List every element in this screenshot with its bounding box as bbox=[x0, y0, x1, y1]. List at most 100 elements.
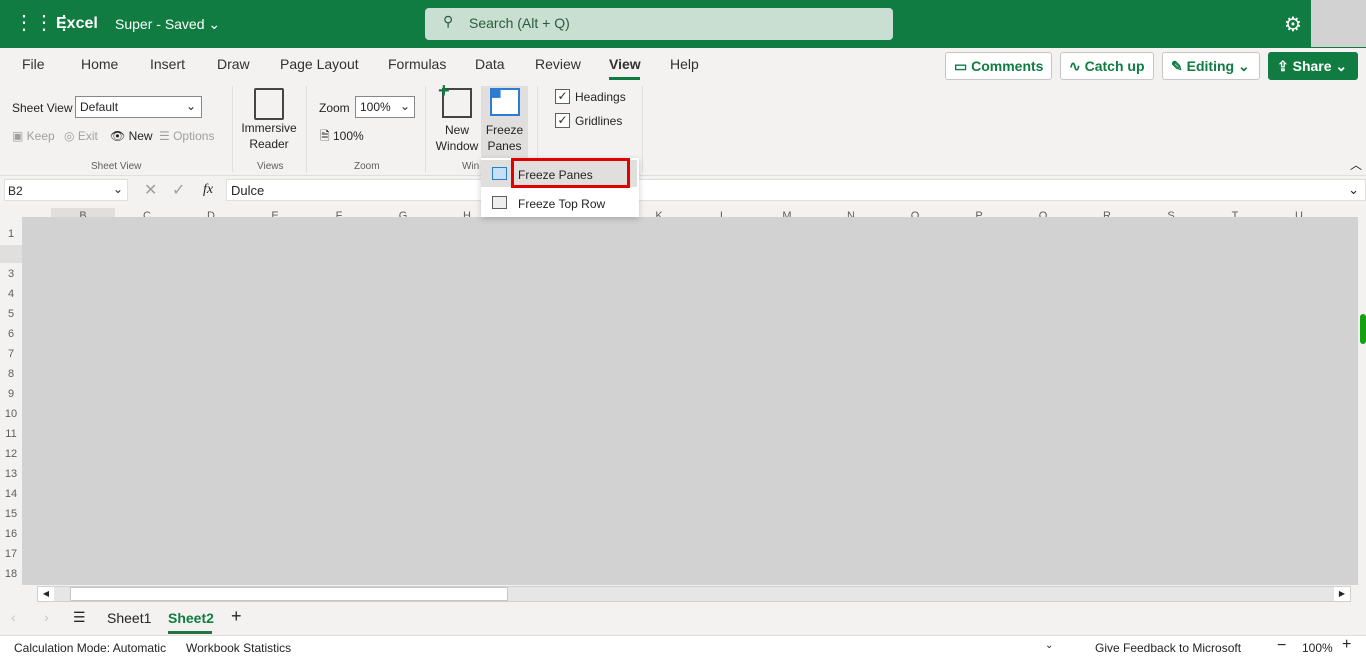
row-header-6[interactable]: 6 bbox=[0, 328, 22, 340]
row-header-4[interactable]: 4 bbox=[0, 288, 22, 300]
activity-icon: ∿ bbox=[1069, 58, 1081, 74]
catch-up-button[interactable]: ∿ Catch up bbox=[1060, 52, 1154, 80]
gridlines-label: Gridlines bbox=[575, 114, 623, 128]
immersive-label-1: Immersive bbox=[241, 121, 297, 135]
group-label-zoom: Zoom bbox=[354, 161, 380, 172]
sheet-view-select[interactable]: Default ⌄ bbox=[75, 96, 202, 118]
settings-gear-icon[interactable]: ⚙ bbox=[1284, 12, 1302, 37]
row-header-15[interactable]: 15 bbox=[0, 508, 22, 520]
scroll-thumb[interactable] bbox=[1360, 314, 1366, 344]
tab-help[interactable]: Help bbox=[670, 56, 699, 72]
zoom-out-button[interactable]: − bbox=[1277, 637, 1286, 655]
tab-review[interactable]: Review bbox=[535, 56, 581, 72]
row-header-13[interactable]: 13 bbox=[0, 468, 22, 480]
enter-icon[interactable]: ✓ bbox=[172, 180, 185, 200]
collapse-ribbon-icon[interactable]: ︿ bbox=[1350, 156, 1362, 173]
new-sheet-view-button[interactable]: 👁 New bbox=[110, 128, 153, 144]
feedback-link[interactable]: Give Feedback to Microsoft bbox=[1095, 641, 1241, 655]
document-title[interactable]: Super - Saved ⌄ bbox=[115, 16, 220, 33]
sheet-tab-sheet1[interactable]: Sheet1 bbox=[107, 610, 151, 626]
group-label-sheet-view: Sheet View bbox=[91, 161, 142, 172]
immersive-reader-button[interactable]: Immersive Reader bbox=[240, 88, 298, 152]
row-header-1[interactable]: 1 bbox=[0, 228, 22, 240]
keep-button[interactable]: ▣ Keep bbox=[12, 128, 55, 144]
row-header-2-selected bbox=[0, 245, 22, 263]
gridlines-checkbox[interactable]: ✓ bbox=[555, 113, 570, 128]
comment-icon: ▭ bbox=[954, 58, 968, 74]
sep: - bbox=[156, 16, 161, 32]
tab-data[interactable]: Data bbox=[475, 56, 505, 72]
add-sheet-icon[interactable]: + bbox=[231, 606, 242, 627]
freeze-panes-icon bbox=[492, 167, 507, 180]
workbook-statistics-button[interactable]: Workbook Statistics bbox=[186, 641, 291, 655]
name-box[interactable]: B2 ⌄ bbox=[4, 179, 128, 201]
status-chevron-icon[interactable]: ⌄ bbox=[1045, 640, 1053, 651]
divider bbox=[642, 86, 643, 172]
tab-draw[interactable]: Draw bbox=[217, 56, 250, 72]
row-header-17[interactable]: 17 bbox=[0, 548, 22, 560]
scroll-left-button[interactable]: ◀ bbox=[38, 587, 54, 601]
formula-input[interactable]: Dulce ⌄ bbox=[226, 179, 1366, 201]
tab-home[interactable]: Home bbox=[81, 56, 118, 72]
search-input[interactable]: ⚲ Search (Alt + Q) bbox=[425, 8, 893, 40]
ribbon-bottom-border bbox=[0, 175, 1366, 176]
divider bbox=[306, 86, 307, 172]
cancel-icon[interactable]: ✕ bbox=[144, 180, 157, 200]
exit-button[interactable]: ◎ Exit bbox=[64, 128, 98, 144]
row-header-18[interactable]: 18 bbox=[0, 568, 22, 580]
row-header-5[interactable]: 5 bbox=[0, 308, 22, 320]
pencil-icon: ✎ bbox=[1171, 58, 1183, 74]
headings-checkbox[interactable]: ✓ bbox=[555, 89, 570, 104]
grid-overlay bbox=[22, 217, 1358, 585]
divider bbox=[232, 86, 233, 172]
freeze-label-1: Freeze bbox=[485, 123, 524, 137]
zoom-select[interactable]: 100% ⌄ bbox=[355, 96, 415, 118]
app-name[interactable]: Excel bbox=[56, 15, 98, 33]
options-label: Options bbox=[173, 129, 215, 143]
account-avatar[interactable] bbox=[1311, 0, 1366, 47]
group-label-views: Views bbox=[257, 161, 284, 172]
row-header-16[interactable]: 16 bbox=[0, 528, 22, 540]
zoom-in-button[interactable]: + bbox=[1342, 636, 1351, 654]
row-header-9[interactable]: 9 bbox=[0, 388, 22, 400]
row-header-12[interactable]: 12 bbox=[0, 448, 22, 460]
sheet-view-value: Default bbox=[80, 100, 119, 114]
sheet-next-icon[interactable]: › bbox=[44, 609, 49, 625]
title-bar: ⋮⋮⋮ Excel Super - Saved ⌄ ⚲ Search (Alt +… bbox=[0, 0, 1366, 48]
options-button[interactable]: ☰ Options bbox=[159, 128, 214, 144]
save-status: Saved bbox=[164, 16, 205, 32]
row-header-7[interactable]: 7 bbox=[0, 348, 22, 360]
row-header-10[interactable]: 10 bbox=[0, 408, 22, 420]
comments-label: Comments bbox=[971, 58, 1044, 74]
freeze-panes-button[interactable]: Freeze Panes ⌄ bbox=[481, 86, 528, 169]
row-header-3[interactable]: 3 bbox=[0, 268, 22, 280]
insert-function-icon[interactable]: fx bbox=[203, 182, 213, 198]
vertical-scrollbar[interactable] bbox=[1358, 228, 1366, 586]
scroll-right-button[interactable]: ▶ bbox=[1334, 587, 1350, 601]
tab-view[interactable]: View bbox=[609, 56, 641, 72]
row-header-14[interactable]: 14 bbox=[0, 488, 22, 500]
exit-label: Exit bbox=[77, 129, 98, 143]
row-header-8[interactable]: 8 bbox=[0, 368, 22, 380]
editing-mode-button[interactable]: ✎ Editing ⌄ bbox=[1162, 52, 1260, 80]
tab-file[interactable]: File bbox=[22, 56, 45, 72]
tab-insert[interactable]: Insert bbox=[150, 56, 185, 72]
sheet-tab-sheet2[interactable]: Sheet2 bbox=[168, 610, 214, 626]
horizontal-scroll-thumb[interactable] bbox=[70, 587, 508, 601]
zoom-value: 100% bbox=[360, 100, 391, 114]
row-header-11[interactable]: 11 bbox=[0, 428, 22, 440]
sheet-prev-icon[interactable]: ‹ bbox=[11, 609, 16, 625]
share-button[interactable]: ⇪ Share ⌄ bbox=[1268, 52, 1358, 80]
tab-page-layout[interactable]: Page Layout bbox=[280, 56, 359, 72]
tab-formulas[interactable]: Formulas bbox=[388, 56, 446, 72]
zoom-level[interactable]: 100% bbox=[1302, 641, 1333, 655]
all-sheets-menu-icon[interactable]: ☰ bbox=[73, 609, 86, 626]
menu-item-freeze-top-row[interactable]: Freeze Top Row bbox=[481, 189, 637, 216]
horizontal-scrollbar[interactable]: ◀ ▶ bbox=[37, 586, 1351, 602]
menu-item-label: Freeze Top Row bbox=[518, 197, 606, 211]
new-window-button[interactable]: + New Window bbox=[434, 80, 480, 154]
zoom-100-button[interactable]: 🗎 100% bbox=[320, 128, 364, 144]
doc-name: Super bbox=[115, 16, 153, 32]
headings-label: Headings bbox=[575, 90, 626, 104]
comments-button[interactable]: ▭ Comments bbox=[945, 52, 1052, 80]
